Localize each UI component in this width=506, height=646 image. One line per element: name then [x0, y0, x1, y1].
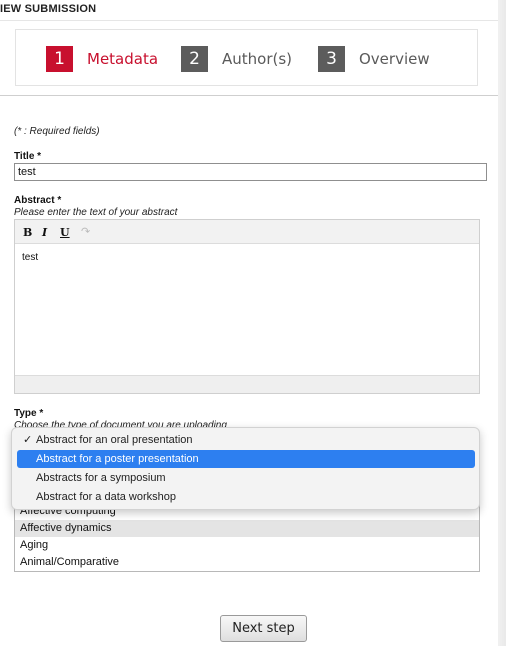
abstract-text: test	[22, 252, 39, 263]
step-label: Overview	[359, 50, 430, 68]
abstract-help: Please enter the text of your abstract	[14, 207, 178, 218]
step-number: 3	[318, 46, 345, 72]
bold-button[interactable]: B	[23, 226, 32, 239]
list-item[interactable]: Affective dynamics	[15, 520, 479, 537]
title-input[interactable]	[14, 163, 487, 181]
editor-statusbar	[15, 375, 479, 393]
abstract-label: Abstract *	[14, 195, 62, 206]
underline-button[interactable]: U	[60, 226, 70, 239]
step-overview[interactable]: 3 Overview	[318, 46, 430, 72]
page-title: IEW SUBMISSION	[0, 3, 97, 15]
heading-divider	[0, 20, 498, 21]
next-step-button[interactable]: Next step	[220, 615, 307, 642]
window-edge	[498, 0, 506, 646]
topics-listbox[interactable]: Affective computing Affective dynamics A…	[14, 500, 480, 572]
step-authors[interactable]: 2 Author(s)	[181, 46, 292, 72]
type-label: Type *	[14, 408, 44, 419]
italic-button[interactable]: I	[42, 226, 47, 239]
dropdown-option[interactable]: Abstract for a data workshop	[17, 488, 475, 506]
list-item[interactable]: Aging	[15, 537, 479, 554]
dropdown-option[interactable]: Abstracts for a symposium	[17, 469, 475, 487]
step-number: 1	[46, 46, 73, 72]
step-number: 2	[181, 46, 208, 72]
step-metadata[interactable]: 1 Metadata	[46, 46, 158, 72]
checkmark-icon: ✓	[23, 434, 33, 446]
title-label: Title *	[14, 151, 42, 162]
dropdown-option[interactable]: ✓ Abstract for an oral presentation	[17, 431, 475, 449]
required-fields-note: (* : Required fields)	[14, 126, 100, 137]
redo-icon[interactable]: ↷	[81, 225, 90, 238]
editor-toolbar: B I U ↷	[15, 220, 479, 244]
type-dropdown-menu[interactable]: ✓ Abstract for an oral presentation Abst…	[11, 427, 480, 510]
step-progress: 1 Metadata 2 Author(s) 3 Overview	[15, 29, 478, 86]
step-label: Metadata	[87, 50, 159, 68]
dropdown-option[interactable]: Abstract for a poster presentation	[17, 450, 475, 468]
list-item[interactable]: Animal/Comparative	[15, 554, 479, 571]
step-label: Author(s)	[222, 50, 293, 68]
abstract-editor[interactable]: B I U ↷ test	[14, 219, 480, 394]
